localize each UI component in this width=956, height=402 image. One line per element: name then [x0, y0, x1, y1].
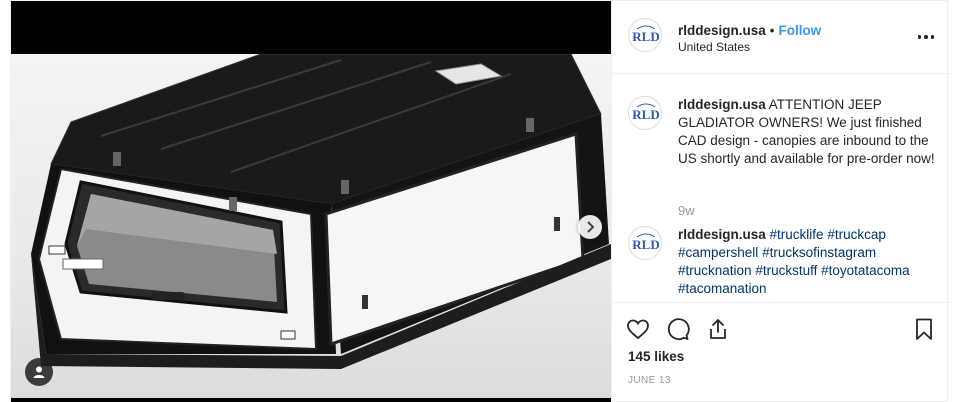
avatar[interactable]: RLD [628, 226, 662, 260]
like-button[interactable] [624, 315, 652, 343]
bookmark-icon [916, 318, 932, 340]
likes-count[interactable]: 145 likes [628, 349, 684, 364]
post-media[interactable] [11, 1, 611, 402]
hashtag-link[interactable]: #tacomanation [678, 281, 767, 296]
share-button[interactable] [704, 315, 732, 343]
rld-logo-icon: RLD [632, 103, 660, 122]
location-link[interactable]: United States [678, 40, 750, 54]
chevron-right-icon [587, 221, 595, 233]
svg-text:RLD: RLD [632, 107, 659, 122]
hashtag-link[interactable]: #truckcap [827, 227, 886, 242]
avatar[interactable]: RLD [628, 18, 662, 52]
post-date[interactable]: June 13 [628, 375, 671, 386]
more-options-button[interactable] [914, 27, 938, 47]
hashtag-link[interactable]: #trucknation [678, 263, 752, 278]
heart-icon [627, 319, 649, 340]
comment-button[interactable] [664, 315, 692, 343]
post-actions: 145 likes June 13 [612, 302, 950, 402]
post-header: RLD rlddesign.usa • Follow United States [612, 1, 950, 74]
user-tags-button[interactable] [25, 358, 53, 386]
follow-button[interactable]: Follow [779, 23, 822, 38]
comment-body: rlddesign.usa ATTENTION JEEP GLADIATOR O… [678, 96, 936, 168]
hashtag-link[interactable]: #trucklife [770, 227, 824, 242]
header-username[interactable]: rlddesign.usa [678, 23, 766, 38]
comment-body: rlddesign.usa #trucklife #truckcap #camp… [678, 226, 936, 298]
truck-canopy-cad-image [31, 54, 611, 369]
more-dot-icon [924, 35, 928, 39]
next-slide-button[interactable] [578, 215, 602, 239]
instagram-post: RLD rlddesign.usa • Follow United States R… [10, 0, 950, 402]
comments-list: RLD rlddesign.usa ATTENTION JEEP GLADIAT… [612, 74, 950, 302]
avatar[interactable]: RLD [628, 96, 662, 130]
comment-username[interactable]: rlddesign.usa [678, 227, 766, 242]
hashtag-link[interactable]: #campershell [678, 245, 758, 260]
post-sidebar: RLD rlddesign.usa • Follow United States R… [611, 1, 950, 402]
rld-logo-icon: RLD [632, 233, 660, 252]
rld-logo-icon: RLD [632, 25, 660, 44]
svg-text:RLD: RLD [632, 237, 659, 252]
separator-dot: • [769, 23, 775, 38]
comment-time[interactable]: 9w [678, 203, 695, 218]
comment-username[interactable]: rlddesign.usa [678, 97, 766, 112]
share-icon [710, 319, 726, 339]
hashtag-link[interactable]: #truckstuff [755, 263, 817, 278]
user-tag-icon [33, 366, 45, 378]
bookmark-button[interactable] [910, 315, 938, 343]
more-dot-icon [930, 35, 935, 39]
comment-icon [667, 318, 690, 341]
svg-text:RLD: RLD [632, 29, 659, 44]
hashtag-link[interactable]: #toyotatacoma [821, 263, 910, 278]
more-dot-icon [917, 35, 922, 39]
hashtag-link[interactable]: #trucksofinstagram [762, 245, 876, 260]
